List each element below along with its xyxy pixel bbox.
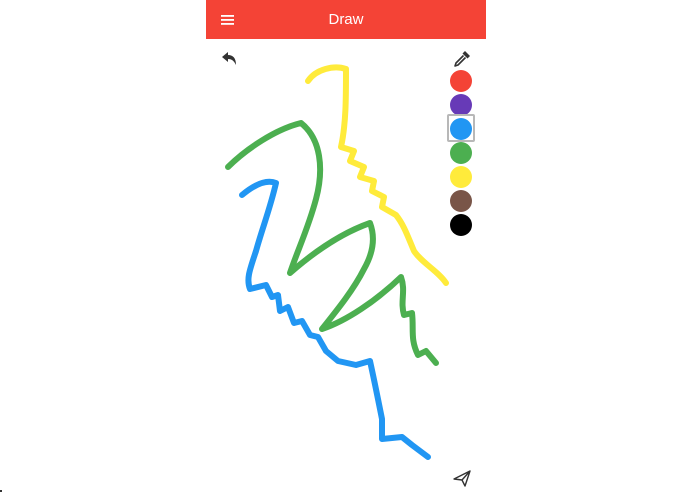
color-swatch-dot xyxy=(450,190,472,212)
color-swatch-dot xyxy=(450,94,472,116)
color-swatch-dot xyxy=(450,142,472,164)
color-swatch-dot xyxy=(450,166,472,188)
drawing-canvas[interactable] xyxy=(206,39,486,494)
color-swatch-dot xyxy=(450,70,472,92)
color-swatch[interactable] xyxy=(448,94,476,116)
page-title: Draw xyxy=(328,11,364,28)
hamburger-menu-icon xyxy=(221,15,234,25)
color-swatch[interactable] xyxy=(448,142,476,164)
eyedropper-icon xyxy=(454,51,470,67)
color-swatch-dot xyxy=(450,118,472,140)
color-swatch[interactable] xyxy=(448,166,476,188)
menu-button[interactable] xyxy=(216,8,240,32)
color-swatch[interactable] xyxy=(448,190,476,212)
color-swatch[interactable] xyxy=(448,70,476,92)
undo-arrow-icon xyxy=(222,52,236,65)
paper-plane-icon xyxy=(453,470,471,487)
yellow-stroke xyxy=(305,64,449,286)
undo-button[interactable] xyxy=(218,48,240,70)
app-bar: Draw xyxy=(206,0,486,39)
color-palette xyxy=(446,70,478,238)
eyedropper-button[interactable] xyxy=(451,48,473,70)
send-button[interactable] xyxy=(452,468,472,488)
color-swatch[interactable] xyxy=(448,214,476,236)
color-swatch-dot xyxy=(450,214,472,236)
drawing-layer xyxy=(225,64,449,460)
phone-screen: Draw xyxy=(206,0,486,494)
corner-dot xyxy=(0,490,2,492)
color-swatch[interactable] xyxy=(447,114,476,142)
